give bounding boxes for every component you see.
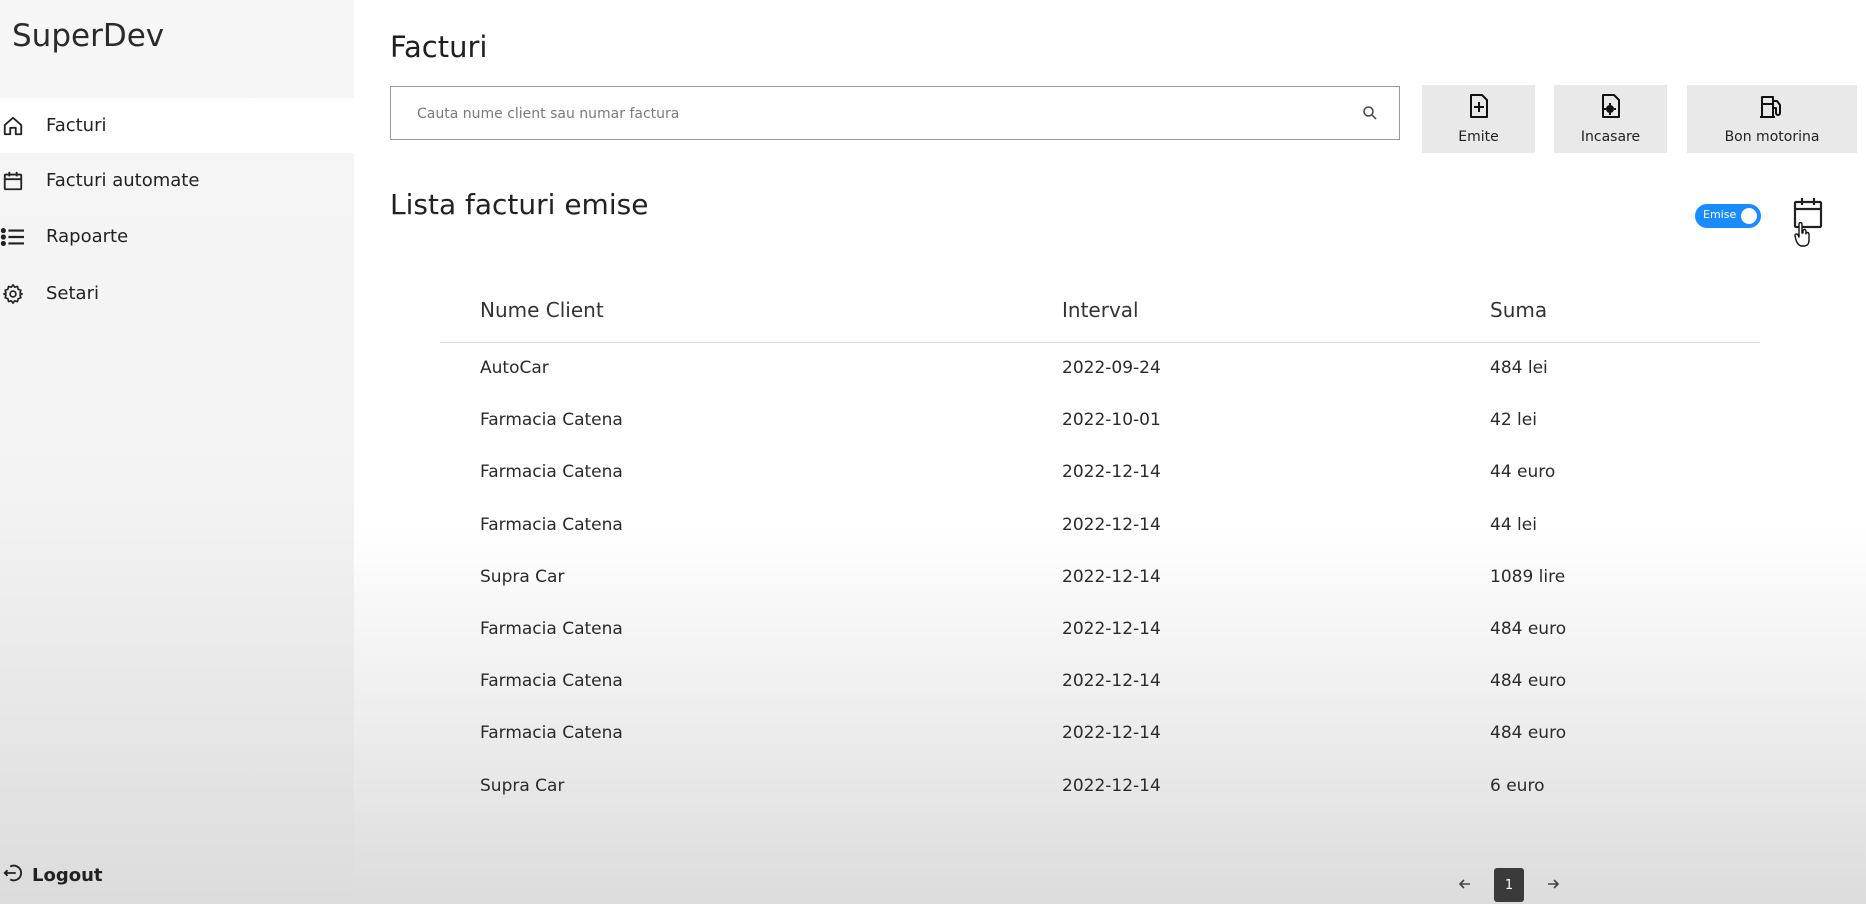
cell-client: Farmacia Catena (480, 723, 623, 744)
incasare-button[interactable]: Incasare (1554, 85, 1667, 153)
emite-button[interactable]: Emite (1422, 85, 1535, 153)
cell-interval: 2022-12-14 (1062, 618, 1161, 639)
table-body: AutoCar 2022-09-24 484 lei Farmacia Catena 2… (440, 343, 1760, 813)
table-row[interactable]: Farmacia Catena 2022-12-14 484 euro (440, 656, 1760, 708)
cell-suma: 1089 lire (1490, 566, 1566, 587)
sidebar-item-label: Setari (46, 283, 99, 304)
sidebar-item-facturi[interactable]: Facturi (0, 98, 354, 153)
cell-client: Supra Car (480, 775, 565, 796)
cell-client: Farmacia Catena (480, 514, 623, 535)
cell-suma: 44 lei (1490, 514, 1537, 535)
list-icon (0, 224, 26, 250)
table-row[interactable]: Supra Car 2022-12-14 6 euro (440, 761, 1760, 813)
search-input[interactable] (415, 87, 1339, 141)
column-header-client: Nume Client (480, 298, 604, 322)
home-icon (0, 113, 26, 139)
main-content: Facturi Emite Incasare Bon motorina List… (354, 0, 1866, 904)
cell-suma: 484 euro (1490, 671, 1567, 692)
cell-suma: 484 lei (1490, 358, 1548, 378)
hand-cursor-icon (1794, 221, 1812, 252)
bon-motorina-label: Bon motorina (1724, 129, 1820, 145)
search-box (390, 86, 1400, 141)
table-row[interactable]: Farmacia Catena 2022-12-14 484 euro (440, 708, 1760, 760)
gear-icon (0, 281, 26, 307)
column-header-interval: Interval (1062, 298, 1139, 322)
cell-interval: 2022-12-14 (1062, 514, 1161, 535)
sidebar-item-label: Rapoarte (46, 226, 129, 247)
cell-interval: 2022-12-14 (1062, 671, 1161, 692)
cell-client: Farmacia Catena (480, 410, 623, 431)
next-page-icon[interactable] (1546, 876, 1560, 895)
section-title: Lista facturi emise (390, 188, 649, 221)
emite-label: Emite (1458, 129, 1499, 145)
sidebar-item-rapoarte[interactable]: Rapoarte (0, 209, 354, 264)
cell-interval: 2022-12-14 (1062, 775, 1161, 796)
fuel-pump-icon (1759, 93, 1785, 123)
table-row[interactable]: Farmacia Catena 2022-10-01 42 lei (440, 395, 1760, 447)
bon-motorina-button[interactable]: Bon motorina (1687, 85, 1857, 153)
cell-client: AutoCar (480, 358, 549, 378)
cell-suma: 484 euro (1490, 723, 1567, 744)
calendar-icon (0, 168, 26, 194)
search-icon[interactable] (1361, 104, 1379, 126)
cell-interval: 2022-12-14 (1062, 566, 1161, 587)
cell-interval: 2022-10-01 (1062, 410, 1161, 431)
cell-interval: 2022-09-24 (1062, 358, 1161, 378)
emise-toggle[interactable]: Emise (1695, 204, 1761, 228)
invoices-table: Nume Client Interval Suma AutoCar 2022-09… (440, 296, 1760, 813)
cell-client: Farmacia Catena (480, 671, 623, 692)
table-row[interactable]: Farmacia Catena 2022-12-14 44 lei (440, 500, 1760, 552)
cell-suma: 42 lei (1490, 410, 1537, 431)
sidebar-item-setari[interactable]: Setari (0, 266, 354, 321)
sidebar: SuperDev Facturi Facturi automate Rapoar… (0, 0, 354, 904)
sidebar-item-label: Facturi (46, 115, 107, 136)
cell-interval: 2022-12-14 (1062, 723, 1161, 744)
cell-client: Supra Car (480, 566, 565, 587)
sidebar-item-label: Facturi automate (46, 170, 200, 191)
file-settings-icon (1599, 93, 1623, 123)
toggle-label: Emise (1703, 208, 1737, 221)
logout-icon (2, 862, 24, 889)
incasare-label: Incasare (1580, 129, 1641, 145)
logout-button[interactable]: Logout (2, 862, 103, 889)
sidebar-item-facturi-automate[interactable]: Facturi automate (0, 153, 354, 208)
table-row[interactable]: AutoCar 2022-09-24 484 lei (440, 343, 1760, 395)
page-title: Facturi (390, 30, 488, 64)
table-row[interactable]: Supra Car 2022-12-14 1089 lire (440, 552, 1760, 604)
pagination: 1 (1458, 868, 1560, 902)
cell-suma: 44 euro (1490, 462, 1556, 483)
table-header: Nume Client Interval Suma (440, 296, 1760, 343)
cell-client: Farmacia Catena (480, 618, 623, 639)
cell-interval: 2022-12-14 (1062, 462, 1161, 483)
file-plus-icon (1467, 93, 1491, 123)
cell-client: Farmacia Catena (480, 462, 623, 483)
table-row[interactable]: Farmacia Catena 2022-12-14 484 euro (440, 604, 1760, 656)
cell-suma: 484 euro (1490, 618, 1567, 639)
toggle-knob (1741, 208, 1757, 224)
logout-label: Logout (32, 865, 103, 886)
cell-suma: 6 euro (1490, 775, 1545, 796)
column-header-suma: Suma (1490, 298, 1548, 322)
app-logo: SuperDev (12, 18, 165, 54)
prev-page-icon[interactable] (1458, 876, 1472, 895)
page-number-current[interactable]: 1 (1494, 868, 1524, 902)
table-row[interactable]: Farmacia Catena 2022-12-14 44 euro (440, 447, 1760, 499)
